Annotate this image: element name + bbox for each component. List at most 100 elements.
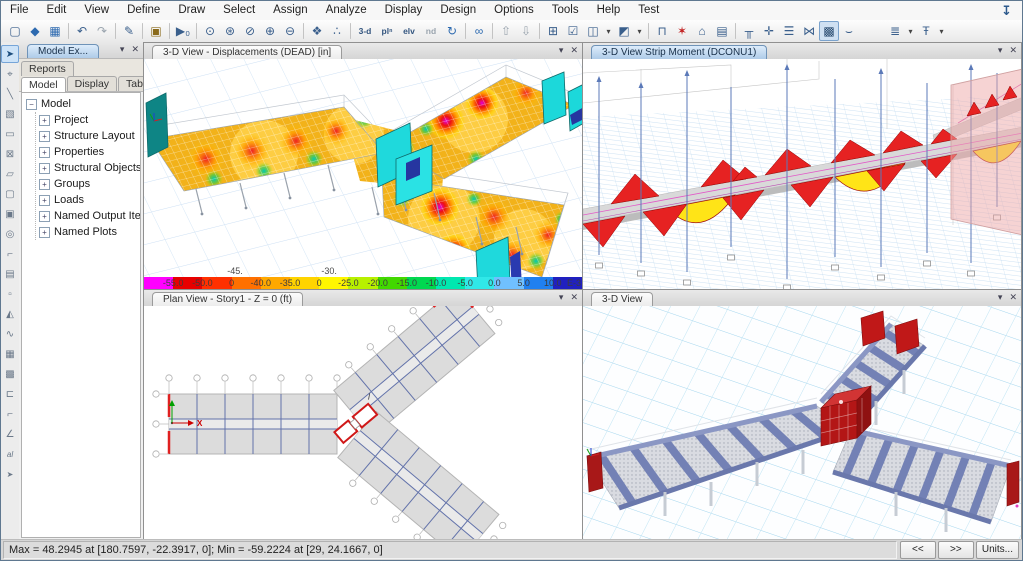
viewport-displacements-tab[interactable]: 3-D View - Displacements (DEAD) [in] — [152, 45, 343, 59]
tab-model[interactable]: Model — [21, 77, 66, 92]
panel-close-icon[interactable]: ✕ — [131, 44, 139, 55]
select-pointer-icon[interactable]: ➤ — [1, 45, 19, 63]
zoom-in-icon[interactable]: ⊕ — [260, 21, 280, 41]
display-options-icon[interactable]: ☑ — [563, 21, 583, 41]
strip-moment-drawing[interactable] — [583, 59, 1021, 289]
rotate-3d-view-icon[interactable]: ↻ — [442, 21, 462, 41]
expand-icon[interactable]: + — [39, 130, 50, 142]
undo-icon[interactable]: ↶ — [72, 21, 92, 41]
draw-opening-icon[interactable]: ▫ — [1, 285, 19, 303]
show-bottom-dropdown-icon[interactable]: ▾ — [936, 21, 947, 41]
previous-zoom-icon[interactable]: ⊘ — [240, 21, 260, 41]
quick-draw-point-icon[interactable]: ✶ — [672, 21, 692, 41]
plan-view-drawing[interactable]: X — [144, 306, 582, 539]
draw-rect-area-icon[interactable]: ▢ — [1, 185, 19, 203]
units-button[interactable]: Units... — [975, 541, 1019, 559]
viewport-menu-icon[interactable]: ▾ — [559, 45, 564, 56]
pointer-small-icon[interactable]: ➤ — [1, 465, 19, 483]
tree-item[interactable]: + Properties — [39, 144, 140, 160]
pan-icon[interactable]: ❖ — [307, 21, 327, 41]
menu-file[interactable]: File — [1, 1, 38, 20]
displacements-canvas[interactable]: -45. -30. -55.0 -50.0 0 -40.0 -35.0 0 -25.0 -20… — [144, 59, 582, 289]
expand-icon[interactable]: + — [39, 194, 50, 206]
tree-item[interactable]: + Loads — [39, 192, 140, 208]
section-designer-icon[interactable]: ⌣ — [839, 21, 859, 41]
draw-ramp-icon[interactable]: ▤ — [712, 21, 732, 41]
save-icon[interactable]: ▦ — [45, 21, 65, 41]
lock-model-icon[interactable]: ▣ — [146, 21, 166, 41]
viewport-close-icon[interactable]: ✕ — [570, 45, 578, 56]
object-view-dropdown-icon[interactable]: ▾ — [603, 21, 614, 41]
new-model-icon[interactable]: ▢ — [5, 21, 25, 41]
view-elevation-icon[interactable]: elv — [398, 21, 420, 41]
run-analysis-icon[interactable]: ▶₀ — [173, 21, 193, 41]
expand-icon[interactable]: + — [39, 114, 50, 126]
viewport-menu-icon[interactable]: ▾ — [998, 292, 1003, 303]
menu-test[interactable]: Test — [629, 1, 668, 20]
tree-item[interactable]: + Groups — [39, 176, 140, 192]
expand-icon[interactable]: + — [39, 226, 50, 238]
menu-options[interactable]: Options — [485, 1, 543, 20]
draw-frame-icon[interactable]: ⊓ — [652, 21, 672, 41]
viewport-close-icon[interactable]: ✕ — [1009, 45, 1017, 56]
restore-full-view-icon[interactable]: ⊛ — [220, 21, 240, 41]
zoom-out-icon[interactable]: ⊖ — [280, 21, 300, 41]
menu-view[interactable]: View — [75, 1, 118, 20]
next-message-button[interactable]: >> — [937, 541, 974, 559]
corner-tool-icon[interactable]: ⌐ — [1, 405, 19, 423]
quick-draw-area-icon[interactable]: ▣ — [1, 205, 19, 223]
tree-item[interactable]: + Project — [39, 112, 140, 128]
deselect-icon[interactable]: ⊠ — [1, 145, 19, 163]
strip-moment-canvas[interactable] — [583, 59, 1021, 289]
menu-display[interactable]: Display — [376, 1, 432, 20]
expand-icon[interactable]: + — [39, 146, 50, 158]
slope-tool-icon[interactable]: ∠ — [1, 425, 19, 443]
assign-dropdown-icon[interactable]: ▾ — [634, 21, 645, 41]
tree-root-model[interactable]: − Model — [26, 96, 140, 112]
draw-line-icon[interactable]: ╲ — [1, 85, 19, 103]
tree-item[interactable]: + Structural Objects — [39, 160, 140, 176]
redo-icon[interactable]: ↷ — [92, 21, 112, 41]
load-display-icon[interactable]: ☰ — [779, 21, 799, 41]
move-down-list-icon[interactable]: ⇩ — [516, 21, 536, 41]
draw-floor-area-icon[interactable]: ⌂ — [692, 21, 712, 41]
model-3d-canvas[interactable] — [583, 306, 1021, 539]
viewport-menu-icon[interactable]: ▾ — [998, 45, 1003, 56]
perspective-glasses-icon[interactable]: ∞ — [469, 21, 489, 41]
model-explorer-tab[interactable]: Model Ex... — [27, 44, 100, 58]
support-icon[interactable]: ╥ — [739, 21, 759, 41]
panel-menu-icon[interactable]: ▾ — [120, 44, 125, 55]
draw-area-icon[interactable]: ▱ — [1, 165, 19, 183]
menu-tools[interactable]: Tools — [543, 1, 588, 20]
point-assign-icon[interactable]: ✛ — [759, 21, 779, 41]
previous-message-button[interactable]: << — [899, 541, 936, 559]
show-bottom-face-icon[interactable]: Ŧ — [916, 21, 936, 41]
viewport-close-icon[interactable]: ✕ — [1009, 292, 1017, 303]
menu-analyze[interactable]: Analyze — [317, 1, 376, 20]
draw-pencil-icon[interactable]: ✎ — [119, 21, 139, 41]
viewport-close-icon[interactable]: ✕ — [570, 292, 578, 303]
quick-draw-wall-icon[interactable]: ▤ — [1, 265, 19, 283]
measure-line-icon[interactable]: ∴ — [327, 21, 347, 41]
assign-display-icon[interactable]: ◩ — [614, 21, 634, 41]
menu-design[interactable]: Design — [431, 1, 485, 20]
menu-edit[interactable]: Edit — [38, 1, 76, 20]
select-poly-icon[interactable]: ▧ — [1, 105, 19, 123]
viewport-strip-moment-tab[interactable]: 3-D View Strip Moment (DCONU1) — [591, 45, 768, 59]
align-tool-icon[interactable]: al — [1, 445, 19, 463]
view-plan-icon[interactable]: plⁿ — [376, 21, 398, 41]
viewport-3d-model-tab[interactable]: 3-D View — [591, 292, 654, 306]
draw-wall-icon[interactable]: ⌐ — [1, 245, 19, 263]
section-cut-icon[interactable]: ⊏ — [1, 385, 19, 403]
tree-item[interactable]: + Structure Layout — [39, 128, 140, 144]
viewport-plan-tab[interactable]: Plan View - Story1 - Z = 0 (ft) — [152, 292, 304, 306]
model-3d-drawing[interactable] — [583, 306, 1021, 539]
move-up-list-icon[interactable]: ⇧ — [496, 21, 516, 41]
export-icon[interactable]: ↧ — [991, 1, 1022, 20]
tendon-icon[interactable]: ⋈ — [799, 21, 819, 41]
tree-item[interactable]: + Named Plots — [39, 224, 140, 240]
menu-select[interactable]: Select — [214, 1, 264, 20]
select-intersecting-icon[interactable]: ▭ — [1, 125, 19, 143]
menu-help[interactable]: Help — [588, 1, 630, 20]
expand-icon[interactable]: + — [39, 210, 50, 222]
